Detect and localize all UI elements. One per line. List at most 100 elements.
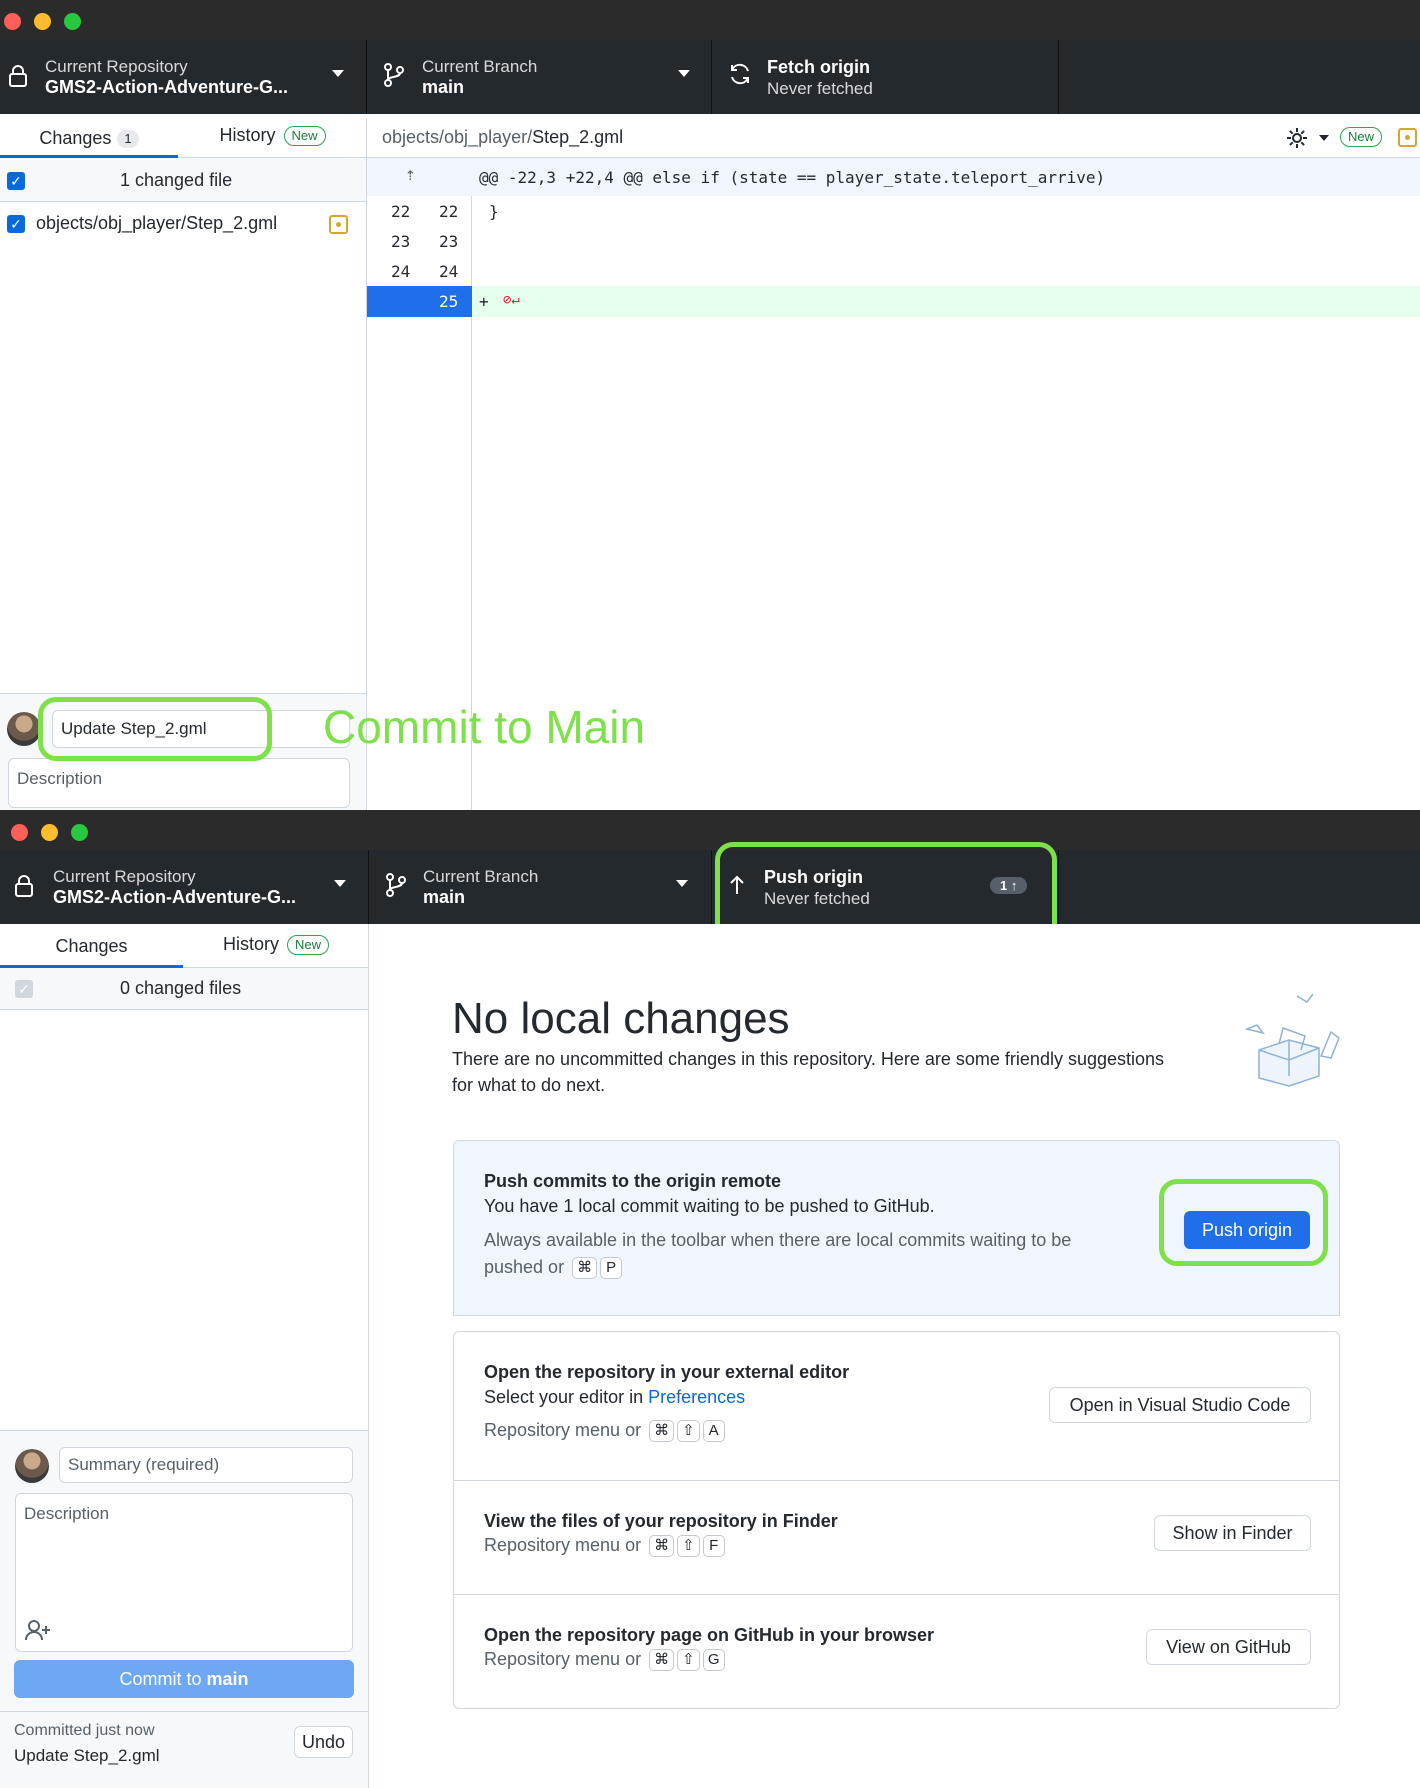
- modified-icon: [329, 215, 348, 234]
- changed-files-count: 1 changed file: [120, 170, 233, 190]
- chevron-down-icon[interactable]: [1319, 135, 1329, 141]
- new-badge: New: [283, 126, 326, 147]
- new-line-number: 22: [439, 202, 459, 221]
- zoom-window-button[interactable]: [64, 13, 81, 30]
- current-repository-dropdown[interactable]: Current Repository GMS2-Action-Adventure…: [0, 850, 369, 924]
- zoom-window-button[interactable]: [71, 824, 88, 841]
- current-branch-dropdown[interactable]: Current Branch main: [369, 850, 712, 924]
- modified-icon: [1398, 128, 1417, 147]
- keyboard-key: P: [600, 1257, 623, 1280]
- close-window-button[interactable]: [4, 13, 21, 30]
- file-checkbox[interactable]: ✓: [7, 215, 25, 233]
- keyboard-key: ⌘: [572, 1257, 598, 1280]
- gear-icon[interactable]: [1285, 126, 1309, 155]
- branch-label: Current Branch: [422, 57, 538, 76]
- changed-files-header: ✓ 1 changed file: [0, 158, 366, 202]
- open-in-editor-button[interactable]: Open in Visual Studio Code: [1049, 1387, 1311, 1423]
- new-line-number: 23: [439, 232, 459, 251]
- minimize-window-button[interactable]: [34, 13, 51, 30]
- card-hint-text: Repository menu or: [484, 1420, 642, 1440]
- close-window-button[interactable]: [11, 824, 28, 841]
- current-branch-dropdown[interactable]: Current Branch main: [367, 40, 712, 114]
- minimize-window-button[interactable]: [41, 824, 58, 841]
- card-hint-text: Repository menu or: [484, 1535, 642, 1555]
- branch-icon: [385, 872, 407, 904]
- expand-up-icon[interactable]: ⇡: [405, 164, 416, 185]
- diff-path: objects/obj_player/Step_2.gml: [382, 127, 623, 148]
- card-text-prefix: Select your editor in: [484, 1387, 649, 1407]
- view-on-github-card: Open the repository page on GitHub in yo…: [453, 1594, 1340, 1709]
- tab-history[interactable]: History New: [178, 115, 367, 155]
- page-title: No local changes: [452, 994, 790, 1043]
- old-line-number: 22: [391, 202, 411, 221]
- branch-name: main: [423, 887, 466, 907]
- new-badge: New: [287, 935, 330, 956]
- commit-button[interactable]: Commit to main: [14, 1660, 354, 1698]
- title-bar: [0, 0, 1420, 40]
- summary-highlight: [38, 697, 272, 761]
- file-path: objects/obj_player/Step_2.gml: [36, 213, 278, 233]
- last-commit-time: Committed just now: [14, 1722, 155, 1739]
- card-title: Open the repository page on GitHub in yo…: [484, 1625, 935, 1645]
- illustration-icon: [1239, 984, 1349, 1099]
- title-bar: [0, 810, 1420, 850]
- chevron-down-icon: [678, 70, 690, 77]
- list-item[interactable]: ✓ objects/obj_player/Step_2.gml: [0, 202, 366, 246]
- last-commit-message: Update Step_2.gml: [14, 1746, 160, 1765]
- card-title: Open the repository in your external edi…: [484, 1362, 850, 1382]
- bottom-window: Current Repository GMS2-Action-Adventure…: [0, 810, 1420, 1788]
- avatar: [15, 1449, 49, 1483]
- tab-history[interactable]: History New: [183, 924, 369, 968]
- commit-annotation: Commit to Main: [323, 701, 646, 753]
- changed-files-count: 0 changed files: [120, 978, 242, 998]
- hunk-header-row: ⇡ @@ -22,3 +22,4 @@ else if (state == pl…: [367, 158, 1420, 196]
- changed-files-header: ✓ 0 changed files: [0, 968, 368, 1010]
- diff-path-prefix: objects/obj_player/: [382, 127, 533, 147]
- diff-header: objects/obj_player/Step_2.gml New: [367, 118, 1420, 158]
- toolbar: Current Repository GMS2-Action-Adventure…: [0, 40, 1420, 114]
- fetch-origin-button[interactable]: Fetch origin Never fetched: [712, 40, 1059, 114]
- add-coauthor-icon[interactable]: [24, 1618, 52, 1647]
- keyboard-key: ⇧: [677, 1420, 700, 1443]
- show-in-finder-card: View the files of your repository in Fin…: [453, 1480, 1340, 1595]
- card-text: Select your editor in Preferences: [484, 1387, 745, 1408]
- chevron-down-icon: [332, 70, 344, 77]
- current-repository-dropdown[interactable]: Current Repository GMS2-Action-Adventure…: [0, 40, 367, 114]
- commit-button-prefix: Commit to: [119, 1669, 207, 1689]
- changes-sidebar: ✓ 0 changed files Summary (required) Des…: [0, 968, 369, 1788]
- sync-icon: [728, 62, 752, 92]
- tab-changes[interactable]: Changes 1: [0, 118, 178, 158]
- select-all-checkbox[interactable]: ✓: [7, 172, 25, 190]
- intro-text-2: for what to do next.: [452, 1075, 606, 1095]
- card-title: Push commits to the origin remote: [484, 1171, 782, 1191]
- tab-history-label: History: [222, 934, 279, 954]
- commit-description-input[interactable]: Description: [15, 1493, 353, 1652]
- commit-description-input[interactable]: Description: [8, 758, 350, 808]
- repo-name: GMS2-Action-Adventure-G...: [53, 887, 297, 907]
- push-button-highlight: [1159, 1179, 1328, 1266]
- sidebar-tabs: Changes History New: [0, 924, 369, 968]
- description-placeholder: Description: [24, 1504, 110, 1523]
- select-all-checkbox[interactable]: ✓: [15, 980, 33, 998]
- preferences-link[interactable]: Preferences: [648, 1387, 745, 1407]
- keyboard-key: G: [702, 1649, 725, 1672]
- table-row[interactable]: 25 + ⊘↵: [367, 286, 1420, 317]
- fetch-title: Fetch origin: [767, 57, 870, 77]
- card-hint-2: pushed or ⌘ P: [484, 1257, 623, 1280]
- card-hint-text: Repository menu or: [484, 1649, 642, 1669]
- view-on-github-button[interactable]: View on GitHub: [1146, 1629, 1311, 1665]
- show-in-finder-button[interactable]: Show in Finder: [1154, 1515, 1311, 1551]
- repo-label: Current Repository: [53, 867, 196, 886]
- keyboard-key: ⌘: [649, 1420, 675, 1443]
- commit-area: Summary (required) Description Commit to…: [0, 1430, 368, 1788]
- lock-icon: [8, 64, 28, 94]
- tab-changes[interactable]: Changes: [0, 924, 183, 968]
- changes-count-badge: 1: [117, 130, 139, 149]
- undo-button[interactable]: Undo: [294, 1726, 353, 1758]
- top-window: Current Repository GMS2-Action-Adventure…: [0, 0, 1420, 810]
- tab-changes-label: Changes: [39, 128, 112, 148]
- commit-summary-input[interactable]: Summary (required): [59, 1447, 353, 1483]
- keyboard-key: F: [702, 1535, 725, 1558]
- card-hint: Repository menu or ⌘ ⇧ G: [484, 1649, 725, 1672]
- card-hint: Repository menu or ⌘ ⇧ F: [484, 1535, 725, 1558]
